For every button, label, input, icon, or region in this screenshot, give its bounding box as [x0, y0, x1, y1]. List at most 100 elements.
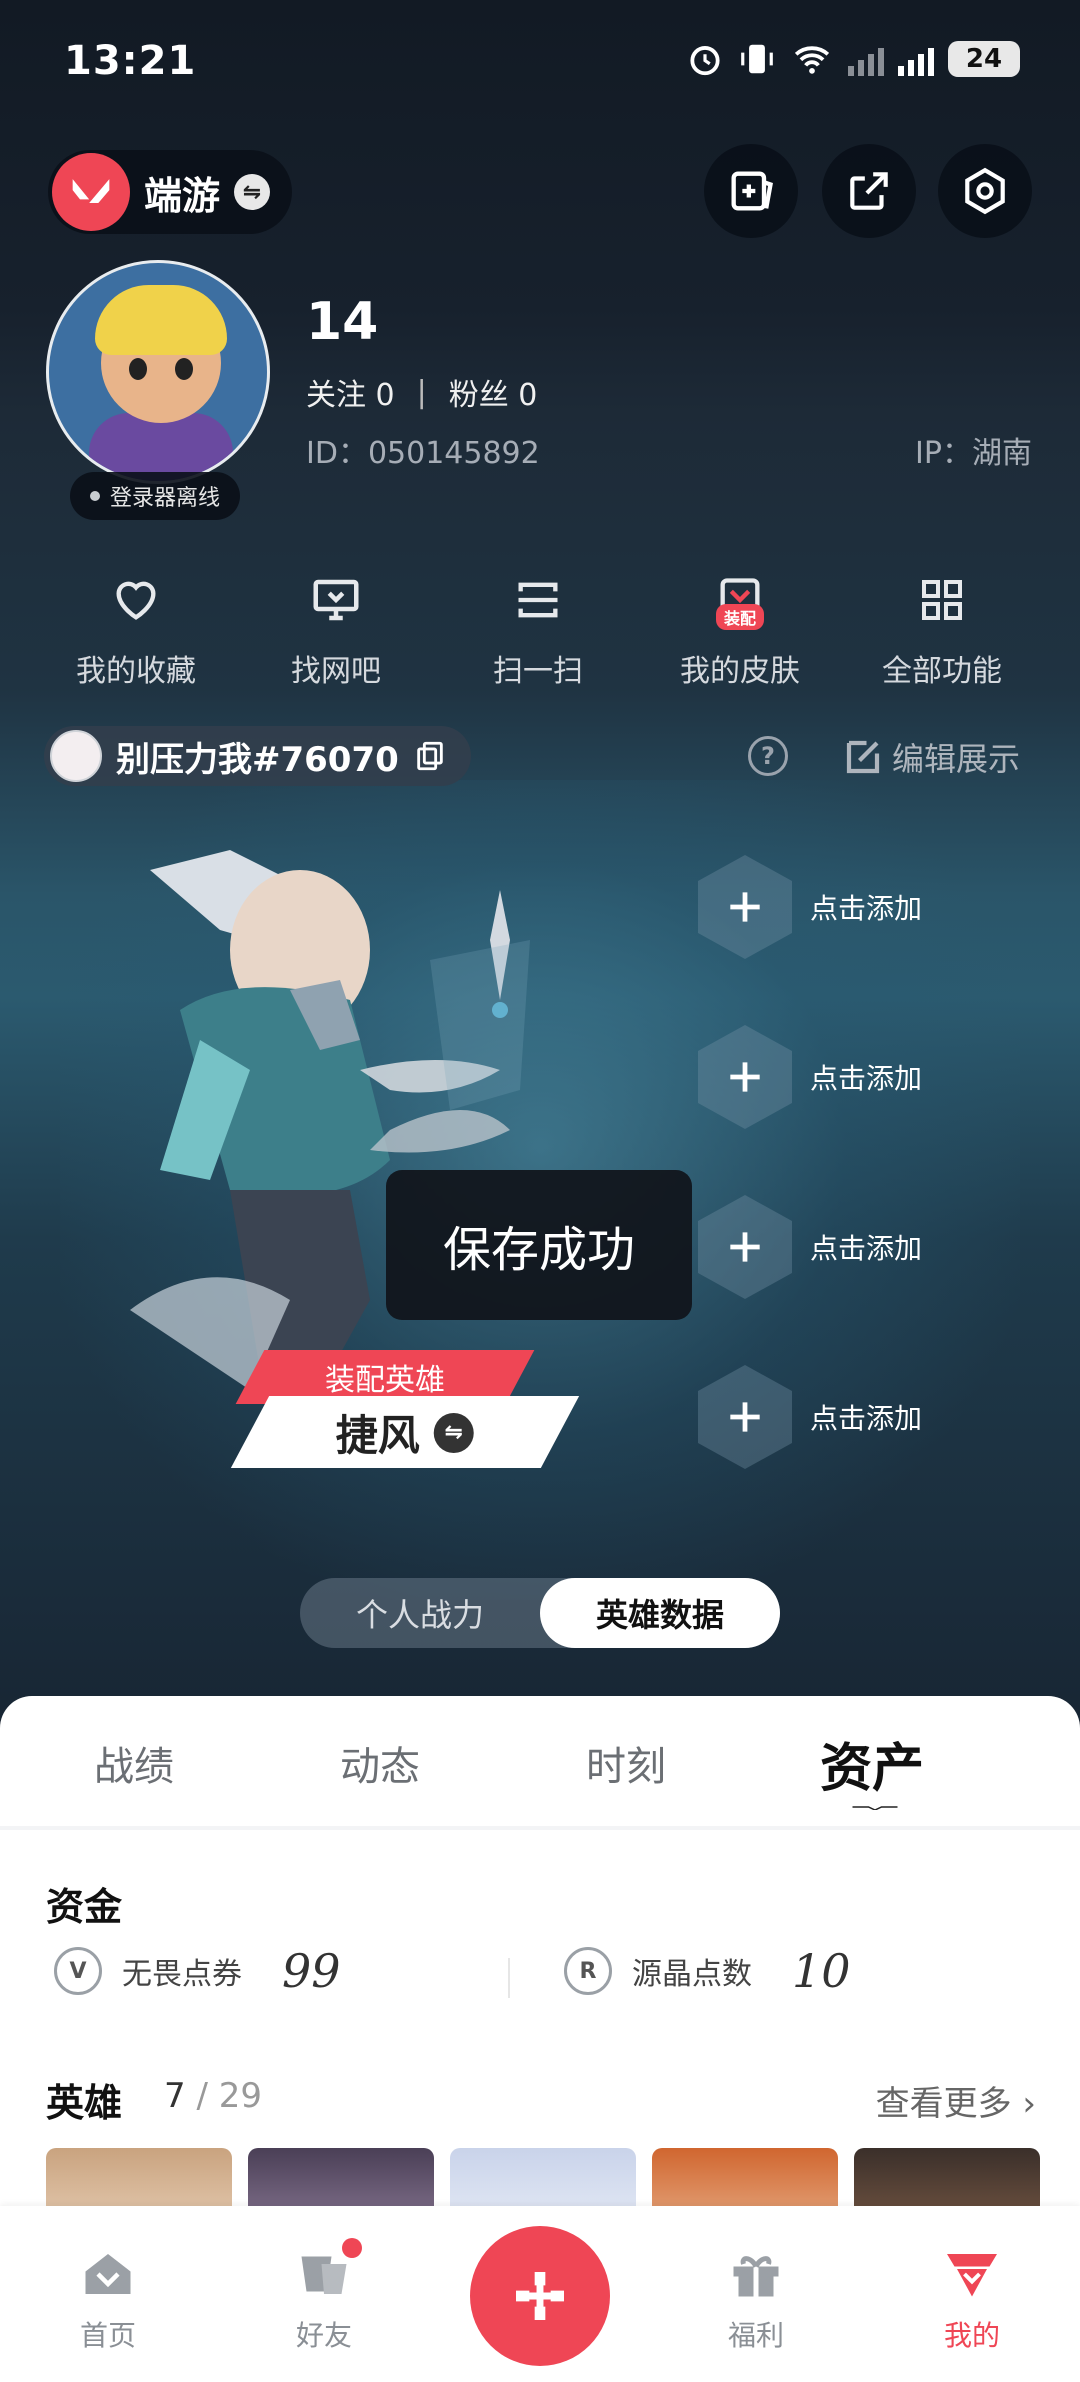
notification-dot: [342, 2238, 362, 2258]
func-all-features[interactable]: 全部功能: [842, 560, 1042, 690]
add-slot-3[interactable]: 点击添加: [698, 1192, 978, 1302]
funds-title: 资金: [46, 1885, 123, 1929]
share-button[interactable]: [822, 144, 916, 238]
user-id: ID：050145892: [306, 436, 540, 471]
tab-moments[interactable]: 时刻: [586, 1734, 666, 1792]
signal-icon-5g: [898, 42, 934, 76]
divider: [0, 1826, 1080, 1830]
hero-name-plate[interactable]: 捷风 ⇋: [230, 1396, 580, 1468]
func-label: 找网吧: [291, 654, 381, 689]
func-scan[interactable]: 扫一扫: [438, 560, 638, 690]
gift-icon: [726, 2244, 786, 2304]
tab-record[interactable]: 战绩: [94, 1734, 174, 1792]
heroes-title: 英雄: [46, 2081, 123, 2125]
follow-separator: |: [416, 374, 427, 410]
nav-home[interactable]: 首页: [38, 2244, 178, 2354]
asset-label: 无畏点券: [122, 1957, 242, 1992]
fans-count[interactable]: 粉丝 0: [449, 370, 538, 414]
hero-total: / 29: [196, 2076, 262, 2116]
add-slot-4[interactable]: 点击添加: [698, 1362, 978, 1472]
nav-label: 好友: [295, 2319, 352, 2352]
func-my-skins[interactable]: 装配 我的皮肤: [640, 560, 840, 690]
asset-label: 源晶点数: [632, 1957, 752, 1992]
launcher-status-badge: 登录器离线: [70, 472, 241, 520]
app-switcher[interactable]: 端游 ⇋: [48, 150, 293, 234]
slot-label: 点击添加: [810, 1062, 923, 1095]
alarm-icon: [690, 46, 720, 76]
asset-value: 99: [282, 1944, 341, 1998]
app-name: 端游: [144, 173, 221, 218]
see-more-label: 查看更多: [875, 2084, 1012, 2124]
copy-icon[interactable]: [413, 739, 447, 773]
plus-icon: [516, 2272, 564, 2320]
rp-coin-icon: R: [564, 1947, 612, 1995]
hero-name: 捷风: [335, 1410, 420, 1460]
status-badge-label: 登录器离线: [110, 486, 221, 511]
ip-location: IP：湖南: [915, 436, 1032, 471]
nav-profile[interactable]: 我的: [902, 2244, 1042, 2354]
func-find-cafe[interactable]: 找网吧: [236, 560, 436, 690]
equip-badge: 装配: [716, 604, 765, 630]
riot-avatar: [50, 730, 102, 782]
help-icon[interactable]: ?: [748, 736, 788, 776]
gear-icon: [965, 167, 1005, 215]
func-favorites[interactable]: 我的收藏: [36, 560, 236, 690]
nav-friends[interactable]: 好友: [254, 2238, 394, 2354]
plus-icon: [698, 855, 792, 959]
add-card-icon: [731, 171, 773, 211]
slot-label: 点击添加: [810, 1402, 923, 1435]
vibrate-icon: [741, 44, 773, 74]
riot-id-pill[interactable]: 别压力我#76070: [44, 726, 471, 786]
hero-thumb[interactable]: [450, 2148, 636, 2208]
friends-icon: [294, 2238, 362, 2304]
edit-showcase-button[interactable]: 编辑展示: [842, 734, 1020, 780]
following-count[interactable]: 关注 0: [306, 370, 395, 414]
asset-divider: [508, 1958, 510, 1998]
valorant-logo-icon: [52, 153, 130, 231]
equip-hero-label: 装配英雄: [325, 1363, 445, 1398]
chevron-right-icon: ›: [1022, 2084, 1036, 2124]
username: 14: [306, 292, 379, 352]
toast-message: 保存成功: [386, 1170, 692, 1320]
status-icons: 24: [686, 40, 1020, 78]
swap-icon: ⇋: [434, 1412, 474, 1452]
battery-indicator: 24: [948, 41, 1020, 77]
hero-thumb[interactable]: [248, 2148, 434, 2208]
share-icon: [850, 172, 888, 210]
nav-label: 首页: [79, 2319, 136, 2352]
edit-icon: [846, 740, 880, 774]
hero-thumb[interactable]: [46, 2148, 232, 2208]
hero-thumb[interactable]: [652, 2148, 838, 2208]
see-more-link[interactable]: 查看更多 ›: [876, 2076, 1036, 2125]
tab-activity[interactable]: 动态: [340, 1734, 420, 1792]
follow-stats: 关注 0 | 粉丝 0: [306, 370, 537, 414]
add-slot-2[interactable]: 点击添加: [698, 1022, 978, 1132]
riot-id-name: 别压力我#76070: [116, 739, 399, 780]
hero-thumb[interactable]: [854, 2148, 1040, 2208]
monitor-icon: [306, 570, 366, 630]
settings-button[interactable]: [938, 144, 1032, 238]
seg-personal-power[interactable]: 个人战力: [300, 1578, 540, 1648]
seg-hero-data[interactable]: 英雄数据: [540, 1578, 780, 1648]
skin-icon: 装配: [710, 570, 770, 630]
create-post-button[interactable]: [470, 2226, 610, 2366]
scan-icon: [508, 570, 568, 630]
status-dot: [90, 491, 100, 501]
add-slot-1[interactable]: 点击添加: [698, 852, 978, 962]
plus-icon: [698, 1025, 792, 1129]
tab-assets[interactable]: 资产: [820, 1726, 924, 1801]
plus-icon: [698, 1365, 792, 1469]
vp-asset: V 无畏点券 99: [54, 1944, 341, 1998]
nav-benefits[interactable]: 福利: [686, 2244, 826, 2354]
add-post-button[interactable]: [704, 144, 798, 238]
func-label: 扫一扫: [493, 654, 583, 689]
funds-row: V 无畏点券 99 R 源晶点数 10: [0, 1944, 1080, 2014]
rp-asset: R 源晶点数 10: [564, 1944, 851, 1998]
hero-count: 7 / 29: [164, 2076, 262, 2116]
swap-icon: ⇋: [234, 174, 271, 210]
heart-icon: [106, 570, 166, 630]
active-tab-indicator: [852, 1806, 898, 1810]
avatar[interactable]: [46, 260, 270, 484]
func-label: 全部功能: [882, 654, 1002, 689]
slot-label: 点击添加: [810, 1232, 923, 1265]
